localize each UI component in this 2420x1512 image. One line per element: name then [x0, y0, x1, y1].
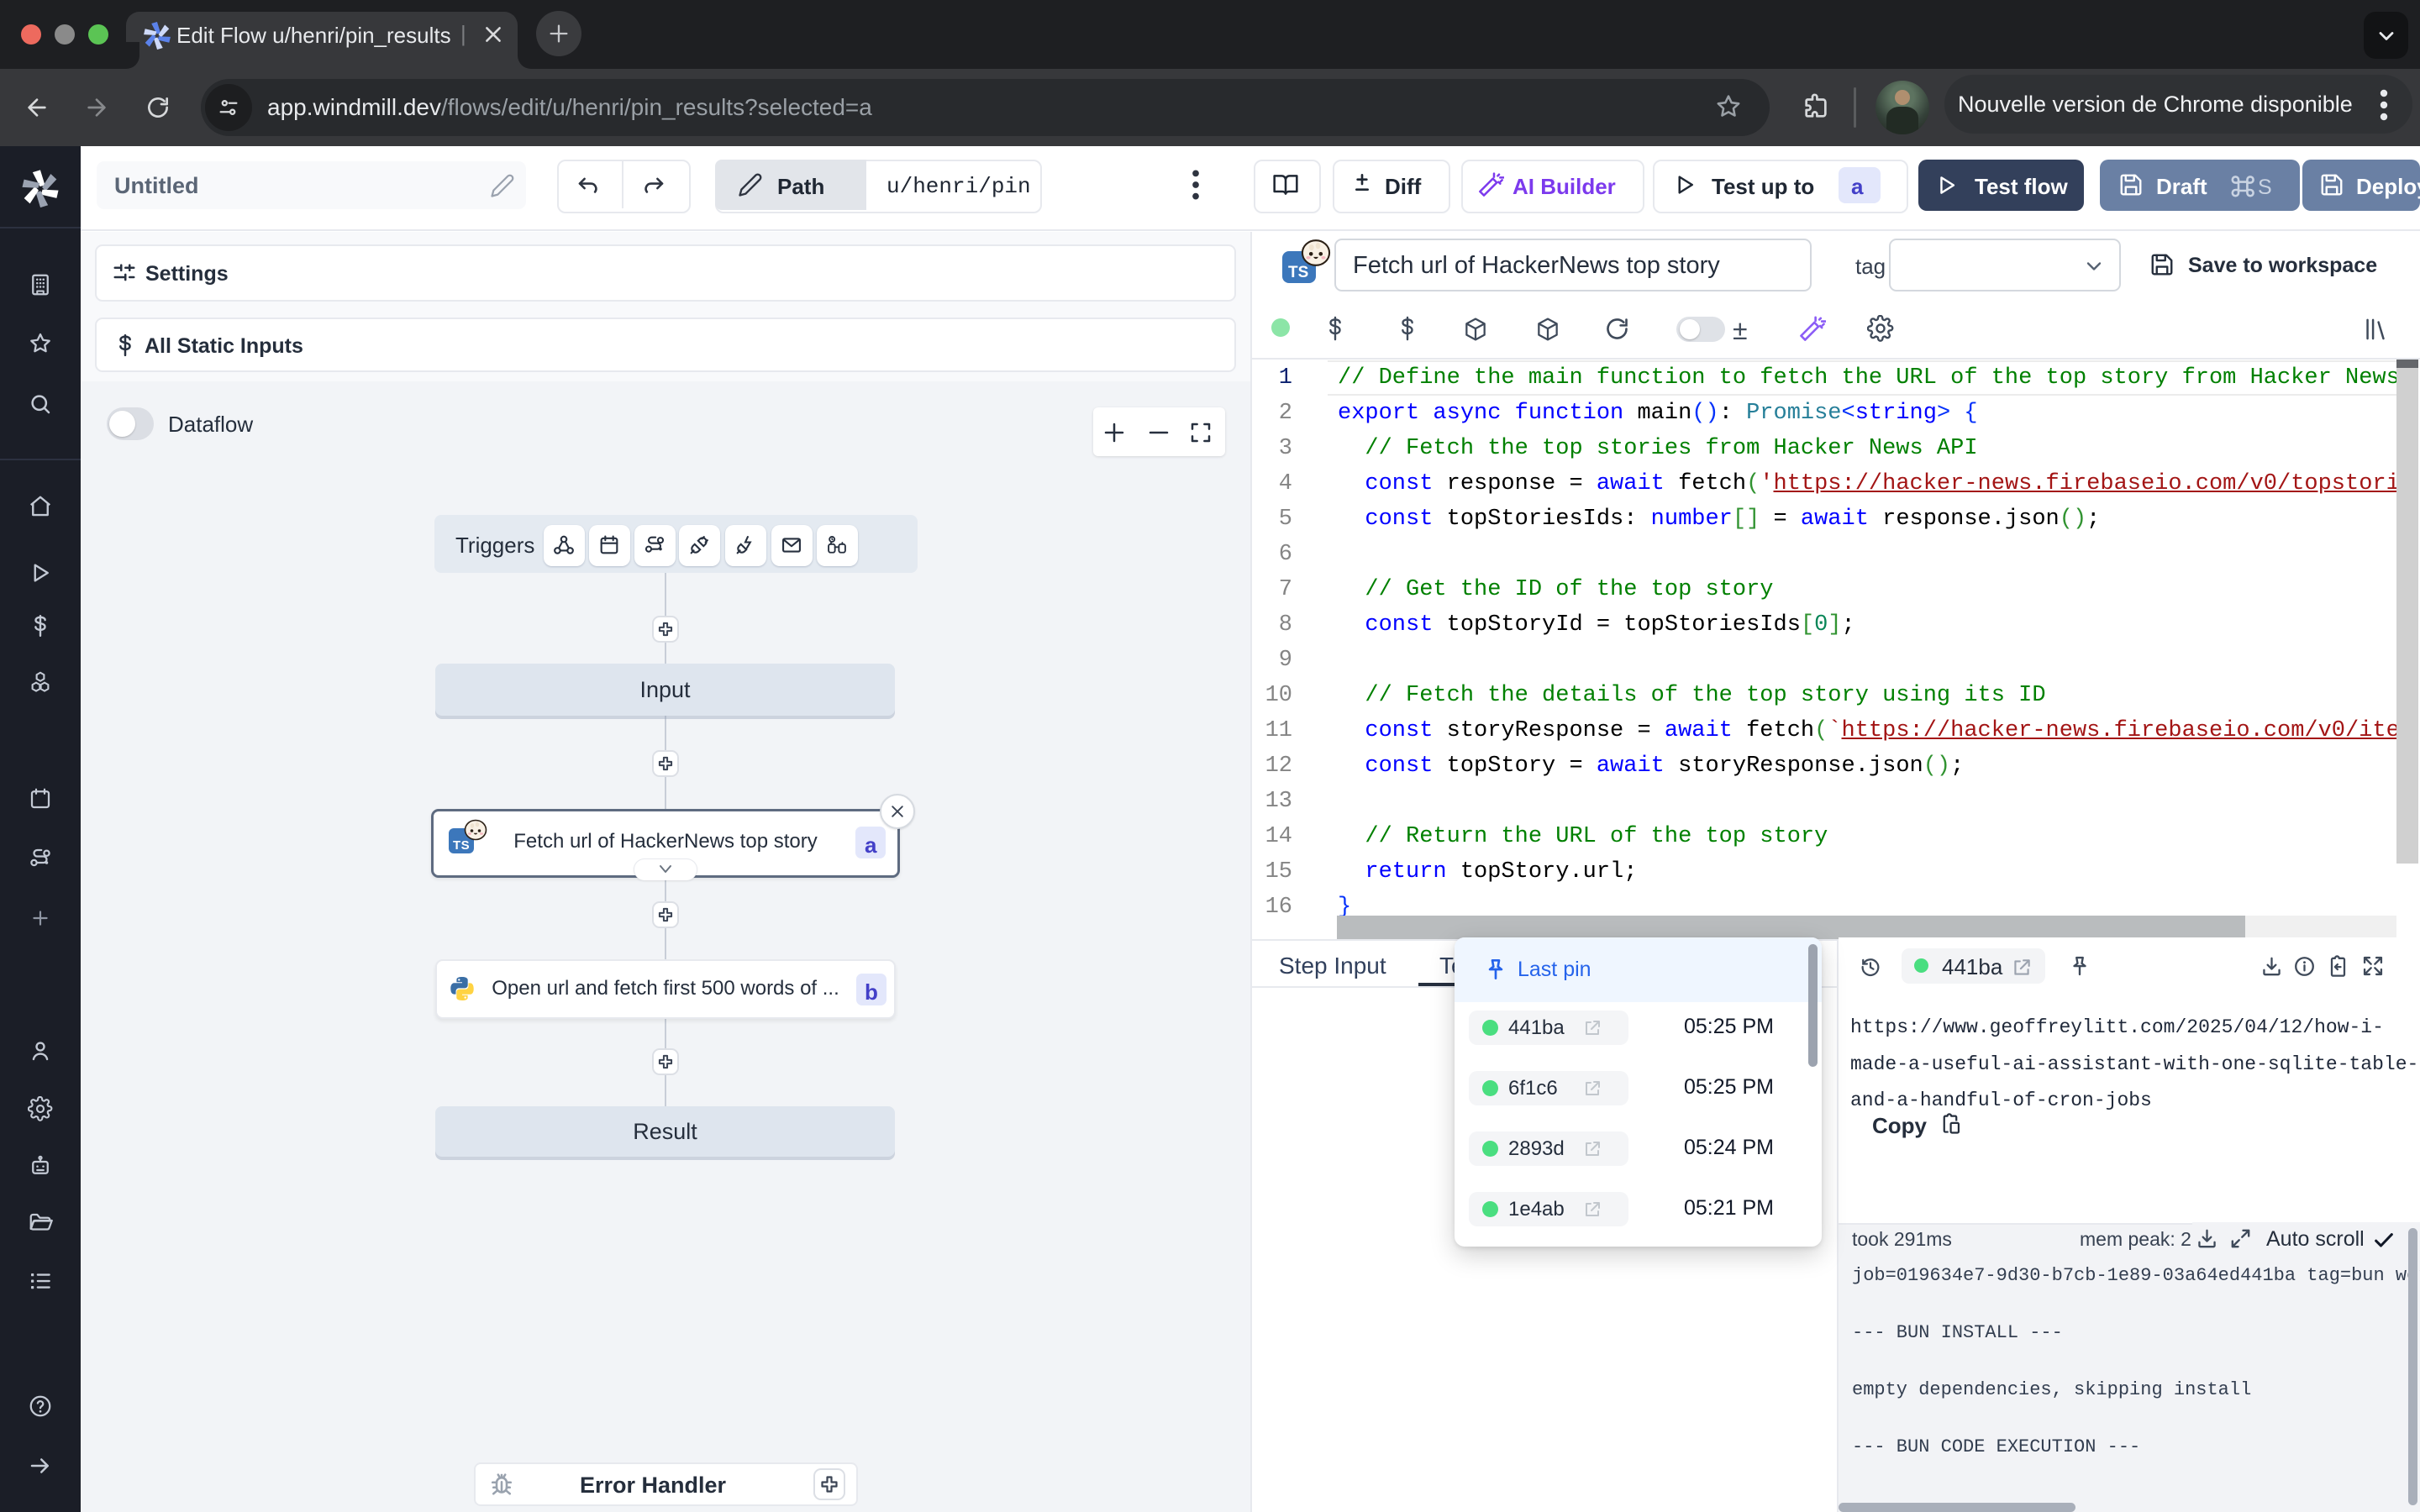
- svg-text:S: S: [2258, 176, 2272, 199]
